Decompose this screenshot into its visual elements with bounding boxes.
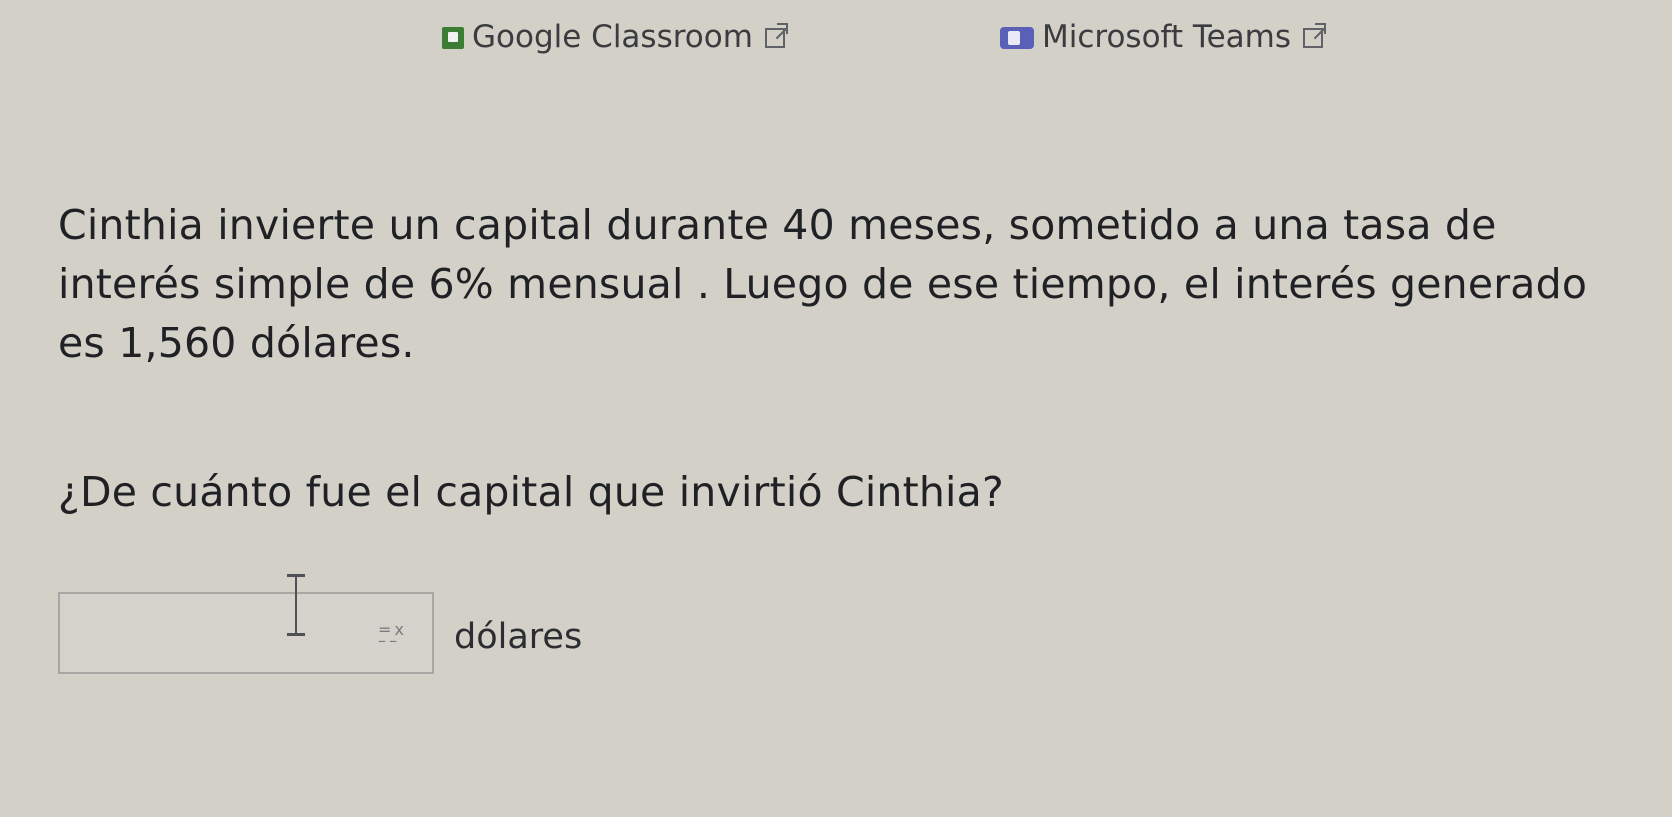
answer-box[interactable]: = x – – (58, 574, 434, 674)
math-symbol-icon[interactable]: = x – – (378, 622, 404, 649)
text-cursor-icon (284, 574, 308, 636)
google-classroom-label: Google Classroom (472, 19, 753, 55)
external-link-icon (1303, 22, 1327, 48)
problem-statement: Cinthia invierte un capital durante 40 m… (58, 201, 1588, 367)
microsoft-teams-icon (1000, 26, 1034, 49)
top-links: Google Classroom Microsoft Teams (0, 14, 1672, 74)
answer-row: = x – – dólares (58, 574, 583, 674)
unit-label: dólares (454, 616, 583, 657)
google-classroom-link[interactable]: Google Classroom (442, 19, 788, 55)
answer-input[interactable] (70, 606, 390, 664)
question-text: ¿De cuánto fue el capital que invirtió C… (58, 468, 1004, 516)
text-cursor-stem (295, 576, 297, 634)
microsoft-teams-label: Microsoft Teams (1042, 19, 1292, 55)
google-classroom-icon (442, 26, 464, 49)
microsoft-teams-link[interactable]: Microsoft Teams (1000, 19, 1327, 55)
external-link-icon (764, 22, 788, 48)
